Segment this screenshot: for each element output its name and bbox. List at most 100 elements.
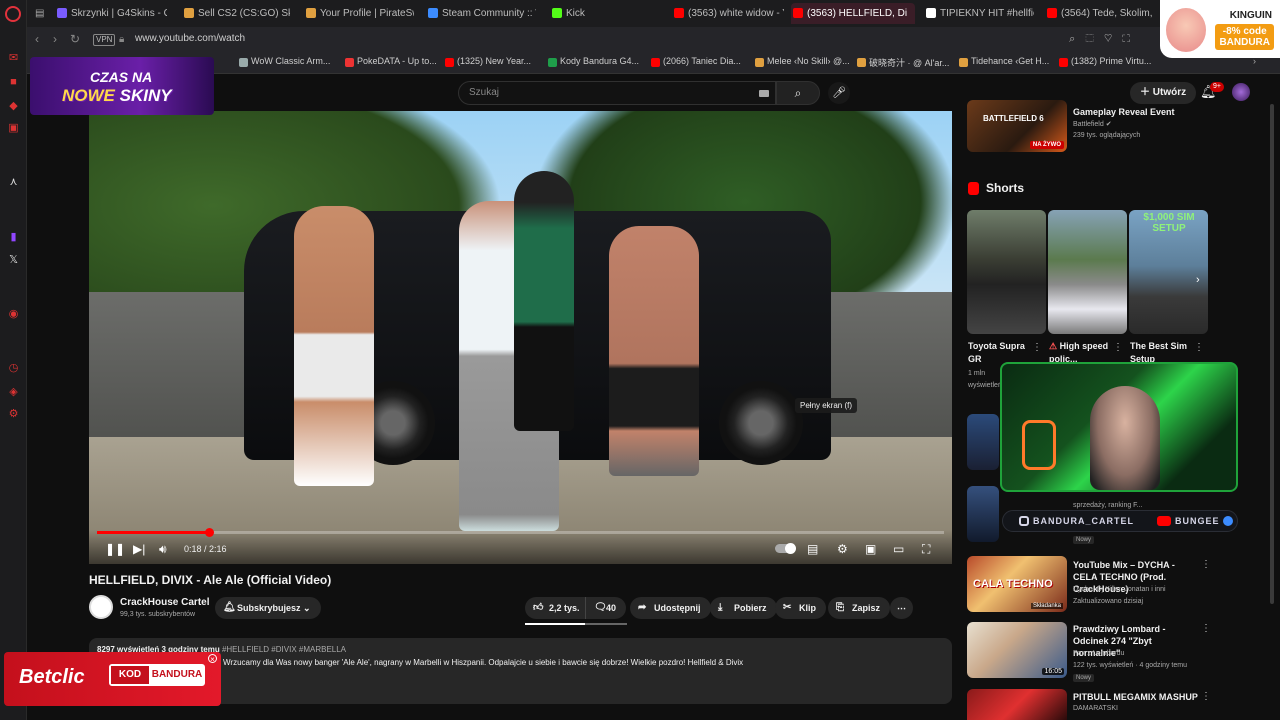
bookmark[interactable]: (1382) Prime Virtu...	[1059, 56, 1151, 67]
save-button[interactable]: ⎘ Zapisz	[828, 597, 891, 619]
next-icon[interactable]: ▶|	[133, 542, 145, 556]
opera-logo-icon[interactable]	[5, 6, 21, 22]
progress-bar[interactable]	[97, 528, 944, 537]
sidebar-settings-icon[interactable]: ⚙	[7, 408, 20, 421]
sidebar-player-icon[interactable]: ▣	[7, 122, 20, 135]
bookmark[interactable]: (2066) Taniec Dia...	[651, 56, 741, 67]
recommended-video[interactable]: BATTLEFIELD 6 NA ŻYWO Gameplay Reveal Ev…	[967, 100, 1213, 156]
screenshot-icon[interactable]: ⛶	[1122, 33, 1140, 45]
gear-icon[interactable]: ⚙	[837, 542, 848, 556]
channel-name[interactable]: Dycha, Dj Killer, Jonatan i inni	[1073, 586, 1166, 593]
tab[interactable]: (3564) Tede, Skolim, Sto	[1045, 3, 1155, 24]
video-title[interactable]: PITBULL MEGAMIX MASHUP	[1073, 691, 1201, 703]
close-icon[interactable]: ×	[208, 654, 217, 664]
sidebar-clock-icon[interactable]: ◷	[7, 362, 20, 375]
sidebar-chat-icon[interactable]: ◆	[7, 100, 20, 113]
video-player[interactable]: ❚❚ ▶| 🔊︎ 0:18 / 2:16 ▤ ⚙ ▣ ▭ ⛶	[89, 111, 952, 564]
bell-icon: 🔔︎	[223, 602, 236, 613]
lock-icon[interactable]: 🔒︎	[119, 34, 124, 45]
download-button[interactable]: ⤓ Pobierz	[710, 597, 777, 619]
fullscreen-icon[interactable]: ⛶	[922, 542, 930, 556]
subscribe-button[interactable]: 🔔︎ Subskrybujesz ⌄	[215, 597, 321, 619]
more-actions-icon[interactable]: ⋯	[890, 597, 913, 619]
reload-icon[interactable]: ↻	[70, 32, 80, 46]
more-options-icon[interactable]: ⋮	[1201, 691, 1211, 702]
search-zoom-icon[interactable]: ⌕	[1069, 33, 1085, 45]
tab-active[interactable]: (3563) HELLFIELD, Di	[791, 3, 915, 24]
short-thumbnail[interactable]	[967, 210, 1046, 334]
sidebar-messenger-icon[interactable]: ✉	[7, 52, 20, 65]
video-thumbnail[interactable]	[967, 414, 999, 470]
tab[interactable]: (3563) white widow - Yo	[672, 3, 784, 24]
tab[interactable]: Kick	[550, 3, 660, 24]
shorts-next-icon[interactable]: ›	[1196, 274, 1200, 286]
channel-name[interactable]: Battlefield ✔	[1073, 120, 1112, 128]
video-thumbnail[interactable]	[967, 486, 999, 542]
sidebar-pin-icon[interactable]: ◈	[7, 386, 20, 399]
more-options-icon[interactable]: ⋮	[1201, 559, 1211, 570]
more-options-icon[interactable]: ⋮	[1113, 342, 1123, 353]
bookmark[interactable]: Tidehance ‹Get H...	[959, 56, 1049, 67]
video-thumbnail[interactable]: CALA TECHNO Składanka	[967, 556, 1067, 612]
more-options-icon[interactable]: ⋮	[1032, 342, 1042, 353]
keyboard-icon[interactable]	[759, 90, 769, 97]
recommended-video[interactable]: PITBULL MEGAMIX MASHUP ⋮ DAMARATSKI	[967, 689, 1213, 720]
recommended-video[interactable]: CALA TECHNO Składanka YouTube Mix – DYCH…	[967, 556, 1213, 616]
bookmark[interactable]: Kody Bandura G4...	[548, 56, 639, 67]
channel-name[interactable]: Pan z Lombardu	[1073, 650, 1124, 657]
bookmark[interactable]: (1325) New Year...	[445, 56, 531, 67]
clip-button[interactable]: ✂ Klip	[775, 597, 826, 619]
tab[interactable]: Steam Community :: Wh	[426, 3, 536, 24]
video-thumbnail[interactable]	[967, 689, 1067, 720]
scrollbar[interactable]	[1270, 104, 1274, 604]
channel-name[interactable]: DAMARATSKI	[1073, 705, 1118, 712]
vpn-badge[interactable]: VPN	[93, 34, 116, 46]
miniplayer-icon[interactable]: ▣	[865, 542, 876, 556]
youtube-handle: BUNGEE	[1157, 516, 1220, 526]
channel-avatar[interactable]	[89, 595, 113, 619]
sidebar-shop-icon[interactable]: ■	[7, 76, 20, 89]
voice-search-button[interactable]: 🎤︎	[828, 82, 850, 104]
channel-name[interactable]: CrackHouse Cartel	[120, 597, 209, 608]
heart-icon[interactable]: ♡	[1104, 33, 1122, 45]
volume-icon[interactable]: 🔊︎	[159, 542, 167, 556]
tab[interactable]: Skrzynki | G4Skins - Otw	[55, 3, 167, 24]
pause-icon[interactable]: ❚❚	[105, 542, 125, 556]
search-button[interactable]: ⌕	[776, 81, 820, 105]
bookmark[interactable]: WoW Classic Arm...	[239, 56, 330, 67]
more-options-icon[interactable]: ⋮	[1201, 623, 1211, 634]
subtitles-icon[interactable]: ▤	[807, 542, 818, 556]
sidebar-x-icon[interactable]: 𝕏	[7, 254, 20, 267]
share-button[interactable]: ➦ Udostępnij	[630, 597, 711, 619]
pin-icon[interactable]: ⬚	[1085, 33, 1103, 45]
tab-menu-icon[interactable]: ▤	[35, 3, 49, 24]
back-icon[interactable]: ‹	[35, 32, 39, 46]
autoplay-toggle[interactable]	[775, 543, 796, 554]
tab[interactable]: TIPIEKNY HIT #hellfie	[924, 3, 1034, 24]
forward-icon[interactable]: ›	[53, 32, 57, 46]
video-thumbnail[interactable]: BATTLEFIELD 6 NA ŻYWO	[967, 100, 1067, 152]
tab[interactable]: Your Profile | PirateSwap	[304, 3, 414, 24]
avatar[interactable]	[1232, 83, 1250, 101]
like-button[interactable]: 👍︎ 2,2 tys.	[525, 597, 588, 619]
sidebar-history-icon[interactable]: ◉	[7, 308, 20, 321]
short-thumbnail[interactable]: $1,000 SIM SETUP	[1129, 210, 1208, 334]
url-field[interactable]: www.youtube.com/watch	[135, 33, 245, 44]
dislike-button[interactable]: 🗨︎ 40	[585, 597, 627, 619]
short-thumbnail[interactable]	[1048, 210, 1127, 334]
sidebar-ai-icon[interactable]: ⋏	[7, 176, 20, 189]
tab[interactable]: Sell CS2 (CS:GO) Skins	[182, 3, 290, 24]
progress-scrubber[interactable]	[204, 528, 214, 537]
video-thumbnail[interactable]: 16:05	[967, 622, 1067, 678]
bookmark[interactable]: PokeDATA - Up to...	[345, 56, 437, 67]
more-options-icon[interactable]: ⋮	[1194, 342, 1204, 353]
recommended-video[interactable]: 16:05 Prawdziwy Lombard - Odcinek 274 "Z…	[967, 622, 1213, 686]
bookmark[interactable]: Melee ‹No Skill› @...	[755, 56, 850, 67]
theater-icon[interactable]: ▭	[893, 542, 904, 556]
bookmark[interactable]: 破晓奇汁 · @ Al'ar...	[857, 56, 949, 69]
sidebar-twitch-icon[interactable]: ▮	[7, 231, 20, 244]
video-meta: 122 tys. wyświetleń · 4 godziny temu	[1073, 662, 1187, 669]
promo-line2: NOWE SKINY	[62, 86, 172, 105]
search-input[interactable]: Szukaj	[458, 81, 776, 105]
video-title[interactable]: Gameplay Reveal Event	[1073, 106, 1201, 118]
